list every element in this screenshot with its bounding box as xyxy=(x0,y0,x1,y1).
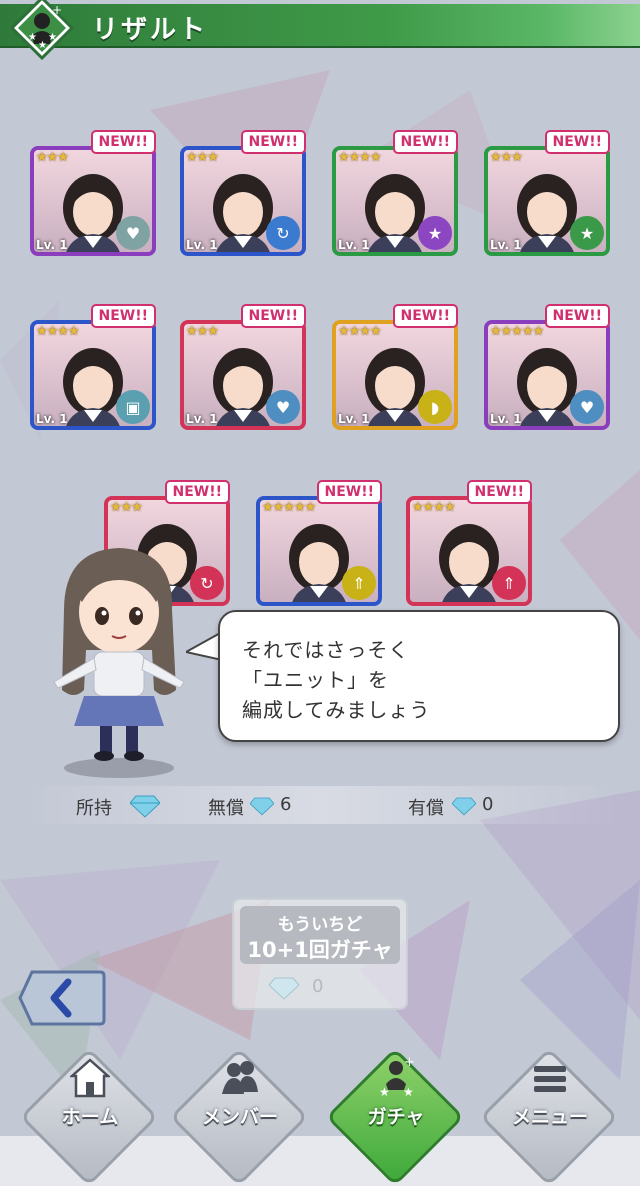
result-card[interactable]: NEW!! ★★★★★ Lv. 1 ♥ xyxy=(484,304,610,430)
new-badge: NEW!! xyxy=(466,480,532,504)
result-card[interactable]: NEW!! ★★★★ Lv. 1 ★ xyxy=(332,130,458,256)
card-level: Lv. 1 xyxy=(490,412,522,426)
result-card[interactable]: NEW!! ★★★★ Lv. 1 ▣ xyxy=(30,304,156,430)
new-badge: NEW!! xyxy=(544,304,610,328)
attribute-icon: ♥ xyxy=(116,216,150,250)
attribute-icon: ↻ xyxy=(266,216,300,250)
svg-text:★: ★ xyxy=(38,40,47,51)
new-badge: NEW!! xyxy=(316,480,382,504)
nav-home[interactable]: ホーム xyxy=(19,1046,160,1186)
rarity-stars: ★★★ xyxy=(110,500,143,515)
result-card[interactable]: NEW!! ★★★ Lv. 1 ♥ xyxy=(180,304,306,430)
bottom-nav: ホーム メンバー ★ ★ + ガチャ メニュー xyxy=(0,1046,640,1186)
nav-gacha[interactable]: ★ ★ + ガチャ xyxy=(325,1046,466,1186)
new-badge: NEW!! xyxy=(392,304,458,328)
retry-gacha-cost: 0 xyxy=(312,976,324,997)
free-gem-icon xyxy=(250,797,274,816)
rarity-stars: ★★★ xyxy=(186,324,219,339)
attribute-icon: ♥ xyxy=(266,390,300,424)
attribute-icon: ◗ xyxy=(418,390,452,424)
svg-text:★: ★ xyxy=(403,1085,414,1099)
new-badge: NEW!! xyxy=(240,130,306,154)
attribute-icon: ♥ xyxy=(570,390,604,424)
new-badge: NEW!! xyxy=(544,130,610,154)
speech-line-1: それではさっそく xyxy=(242,638,410,662)
rarity-stars: ★★★ xyxy=(186,150,219,165)
card-level: Lv. 1 xyxy=(338,238,370,252)
menu-icon xyxy=(534,1066,566,1092)
attribute-icon: ▣ xyxy=(116,390,150,424)
result-card[interactable]: NEW!! ★★★ Lv. 1 ★ xyxy=(484,130,610,256)
rarity-stars: ★★★★ xyxy=(338,324,382,339)
members-icon xyxy=(222,1061,258,1094)
nav-menu[interactable]: メニュー xyxy=(479,1046,620,1186)
free-label: 無償 xyxy=(208,798,244,819)
rarity-stars: ★★★★★ xyxy=(262,500,316,515)
card-level: Lv. 1 xyxy=(186,412,218,426)
paid-gem-icon xyxy=(452,797,476,816)
retry-gacha-button[interactable]: もういちど 10+1回ガチャ xyxy=(240,906,400,964)
nav-home-label: ホーム xyxy=(61,1106,119,1128)
svg-text:★: ★ xyxy=(48,32,57,43)
result-card[interactable]: NEW!! ★★★★★ ⇑ xyxy=(256,480,382,606)
card-level: Lv. 1 xyxy=(490,238,522,252)
home-icon xyxy=(70,1058,110,1098)
paid-gem-count: 0 xyxy=(482,794,494,815)
new-badge: NEW!! xyxy=(392,130,458,154)
new-badge: NEW!! xyxy=(164,480,230,504)
result-card[interactable]: NEW!! ★★★ Lv. 1 ♥ xyxy=(30,130,156,256)
retry-gem-icon xyxy=(268,977,300,1000)
speech-bubble: それではさっそく 「ユニット」を 編成してみましょう xyxy=(218,610,620,742)
paid-label: 有償 xyxy=(408,798,444,819)
attribute-icon: ★ xyxy=(570,216,604,250)
attribute-icon: ★ xyxy=(418,216,452,250)
page-title: リザルト xyxy=(92,15,209,45)
attribute-icon: ⇑ xyxy=(342,566,376,600)
rarity-stars: ★★★ xyxy=(490,150,523,165)
nav-members[interactable]: メンバー xyxy=(169,1046,310,1186)
owned-label: 所持 xyxy=(76,798,112,819)
attribute-icon: ⇑ xyxy=(492,566,526,600)
speech-line-2: 「ユニット」を xyxy=(242,668,389,692)
retry-gacha-line2: 10+1回ガチャ xyxy=(247,938,393,962)
svg-text:+: + xyxy=(52,3,62,17)
svg-text:★: ★ xyxy=(28,32,37,43)
rarity-stars: ★★★ xyxy=(36,150,69,165)
gacha-icon: ★ ★ + xyxy=(379,1056,415,1099)
card-level: Lv. 1 xyxy=(36,412,68,426)
retry-gacha-line1: もういちど xyxy=(277,915,363,935)
card-level: Lv. 1 xyxy=(186,238,218,252)
retry-gacha-panel: もういちど 10+1回ガチャ 0 xyxy=(232,898,408,1010)
result-card[interactable]: NEW!! ★★★★ Lv. 1 ◗ xyxy=(332,304,458,430)
nav-members-label: メンバー xyxy=(201,1106,278,1128)
svg-text:★: ★ xyxy=(379,1085,390,1099)
attribute-icon: ↻ xyxy=(190,566,224,600)
speech-line-3: 編成してみましょう xyxy=(242,698,431,722)
rarity-stars: ★★★★★ xyxy=(490,324,544,339)
svg-text:+: + xyxy=(404,1056,415,1070)
card-level: Lv. 1 xyxy=(36,238,68,252)
free-gem-count: 6 xyxy=(280,794,292,815)
speech-bubble-tail xyxy=(186,630,222,662)
gacha-emblem-icon: ★ ★ ★ + xyxy=(10,0,74,60)
nav-menu-label: メニュー xyxy=(511,1106,588,1128)
mascot-character xyxy=(53,548,185,778)
gem-icon xyxy=(130,795,160,818)
rarity-stars: ★★★★ xyxy=(412,500,456,515)
result-card[interactable]: NEW!! ★★★ Lv. 1 ↻ xyxy=(180,130,306,256)
rarity-stars: ★★★★ xyxy=(36,324,80,339)
new-badge: NEW!! xyxy=(240,304,306,328)
currency-row: 所持 無償 6 有償 0 xyxy=(20,786,620,824)
header: リザルト ★ ★ ★ + xyxy=(0,0,640,60)
new-badge: NEW!! xyxy=(90,304,156,328)
nav-gacha-label: ガチャ xyxy=(367,1106,425,1128)
back-button[interactable] xyxy=(18,968,106,1028)
rarity-stars: ★★★★ xyxy=(338,150,382,165)
new-badge: NEW!! xyxy=(90,130,156,154)
result-card[interactable]: NEW!! ★★★★ ⇑ xyxy=(406,480,532,606)
card-level: Lv. 1 xyxy=(338,412,370,426)
